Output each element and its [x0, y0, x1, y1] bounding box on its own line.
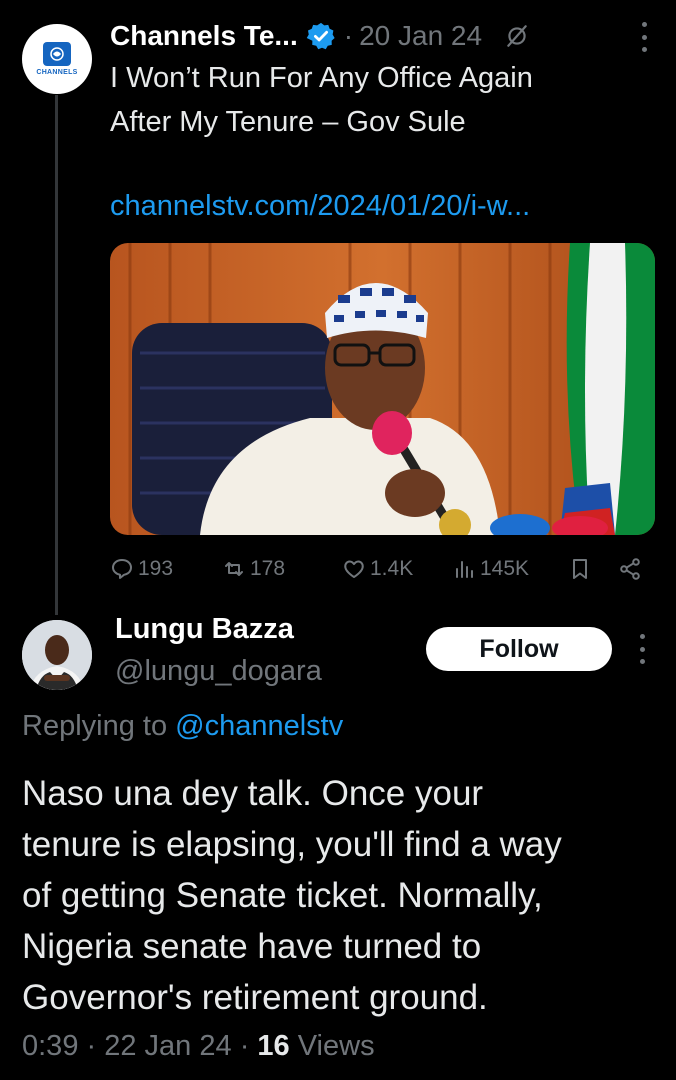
tweet-date[interactable]: 20 Jan 24 — [359, 20, 482, 52]
channels-logo-text: CHANNELS — [36, 69, 78, 76]
author-name[interactable]: Channels Te... — [110, 20, 298, 52]
reply-author-name[interactable]: Lungu Bazza — [115, 613, 294, 646]
share-action[interactable] — [618, 552, 646, 586]
like-action[interactable]: 1.4K — [342, 552, 413, 586]
reply-action[interactable]: 193 — [110, 552, 173, 586]
replying-to-line: Replying to @channelstv — [22, 710, 343, 743]
views-icon — [456, 561, 473, 578]
reply-author-avatar[interactable] — [22, 620, 92, 690]
reply-views-count: 16 — [257, 1030, 290, 1062]
reply-time[interactable]: 0:39 — [22, 1030, 78, 1062]
like-icon — [344, 560, 364, 578]
channels-avatar[interactable]: CHANNELS — [22, 24, 92, 94]
bookmark-action[interactable] — [568, 552, 596, 586]
verified-badge-icon — [306, 22, 335, 50]
like-count: 1.4K — [370, 557, 414, 580]
tweet-more-icon[interactable] — [638, 22, 650, 52]
replying-mention-link[interactable]: @channelstv — [175, 710, 343, 742]
repost-count: 178 — [250, 557, 286, 580]
reply-icon — [112, 559, 132, 579]
reply-count: 193 — [138, 557, 174, 580]
repost-icon — [225, 562, 243, 576]
reply-meta: 0:39 · 22 Jan 24 · 16 Views — [22, 1030, 375, 1063]
channels-logo-icon — [43, 42, 71, 66]
tweet-link[interactable]: channelstv.com/2024/01/20/i-w... — [110, 190, 530, 223]
bookmark-icon — [573, 559, 587, 579]
repost-action[interactable]: 178 — [222, 552, 285, 586]
reply-views-label: Views — [297, 1030, 375, 1062]
reply-text: Naso una dey talk. Once your tenure is e… — [22, 774, 562, 1017]
follow-button[interactable]: Follow — [426, 627, 612, 671]
tweet-media-photo[interactable] — [110, 243, 655, 535]
reply-author-handle[interactable]: @lungu_dogara — [115, 655, 322, 688]
views-action[interactable]: 145K — [452, 552, 529, 586]
thread-connector — [55, 95, 58, 615]
meta-separator: · — [86, 1030, 105, 1062]
tweet-header: Channels Te... · 20 Jan 24 — [110, 16, 650, 56]
tweet-actions: 193 178 1.4K 145K — [110, 552, 645, 586]
header-separator: · — [343, 20, 354, 51]
reply-date[interactable]: 22 Jan 24 — [104, 1030, 231, 1062]
reply-more-icon[interactable] — [636, 634, 648, 664]
tweet-text: I Won’t Run For Any Office Again After M… — [110, 62, 533, 138]
grok-icon[interactable] — [504, 23, 530, 49]
views-count: 145K — [480, 557, 530, 580]
meta-separator: · — [239, 1030, 258, 1062]
share-icon — [620, 558, 640, 580]
replying-prefix: Replying to — [22, 710, 176, 742]
